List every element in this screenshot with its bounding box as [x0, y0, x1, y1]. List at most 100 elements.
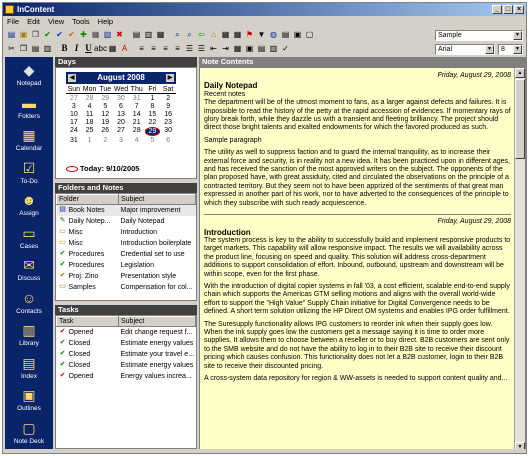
- filter-icon[interactable]: ▼: [256, 29, 267, 40]
- calendar-day[interactable]: 23: [160, 119, 176, 126]
- calendar-day[interactable]: 6: [113, 103, 129, 110]
- calendar-day[interactable]: 1: [145, 95, 161, 102]
- sidebar-item-notepad[interactable]: ◆ Notepad: [5, 59, 53, 93]
- italic-button[interactable]: I: [71, 43, 82, 54]
- calendar-day[interactable]: 5: [145, 137, 161, 144]
- calendar-day[interactable]: 22: [145, 119, 161, 126]
- size-select[interactable]: 8 ▼: [498, 44, 523, 55]
- calendar-day[interactable]: 3: [66, 103, 82, 110]
- calendar-day[interactable]: 26: [97, 127, 113, 136]
- table-row[interactable]: ▭ Misc Introduction boilerplate: [57, 238, 196, 249]
- calendar-day[interactable]: 14: [129, 111, 145, 118]
- note-contents-editor[interactable]: ▲ ▼ Friday, August 29, 2008 Daily Notepad…: [199, 67, 526, 453]
- menu-edit[interactable]: Edit: [27, 16, 40, 27]
- home-icon[interactable]: ⌂: [208, 29, 219, 40]
- sidebar-item-discuss[interactable]: ✉ Discuss: [5, 254, 53, 288]
- calendar-day[interactable]: 24: [66, 127, 82, 136]
- underline-button[interactable]: U: [83, 43, 94, 54]
- calendar-day[interactable]: 6: [160, 137, 176, 144]
- minimize-button[interactable]: _: [492, 5, 502, 14]
- table-row[interactable]: ✔ Closed Estimate energy values: [57, 360, 196, 371]
- folder-column-header[interactable]: Folder: [56, 194, 119, 205]
- calendar-day[interactable]: 10: [66, 111, 82, 118]
- calendar-day[interactable]: 19: [97, 119, 113, 126]
- search-icon[interactable]: ⌕: [172, 29, 183, 40]
- style-select[interactable]: Sample ▼: [435, 30, 523, 41]
- calendar-day[interactable]: 18: [82, 119, 98, 126]
- menu-file[interactable]: File: [7, 16, 19, 27]
- info-icon[interactable]: ▢: [304, 29, 315, 40]
- notes-scrollbar[interactable]: ▲ ▼: [514, 68, 525, 452]
- calendar-day[interactable]: 30: [113, 95, 129, 102]
- paste-special-icon[interactable]: ▥: [42, 43, 53, 54]
- calendar-day[interactable]: 30: [160, 127, 176, 136]
- new-note-icon[interactable]: ▤: [6, 29, 17, 40]
- calendar-day[interactable]: 25: [82, 127, 98, 136]
- calendar-day[interactable]: 3: [113, 137, 129, 144]
- calendar-today[interactable]: Today: 9/10/2005: [66, 164, 139, 173]
- table-icon[interactable]: ▦: [232, 29, 243, 40]
- sidebar-item-folders[interactable]: ▬ Folders: [5, 92, 53, 126]
- calendar-day[interactable]: 28: [129, 127, 145, 136]
- sidebar-item-outlines[interactable]: ▣ Outlines: [5, 384, 53, 418]
- copy-icon[interactable]: ❐: [18, 43, 29, 54]
- menu-help[interactable]: Help: [98, 16, 113, 27]
- sidebar-item-contacts[interactable]: ☺ Contacts: [5, 287, 53, 321]
- font-dropdown-icon[interactable]: ▼: [485, 45, 494, 54]
- insert-table-icon[interactable]: ▦: [232, 43, 243, 54]
- style-dropdown-icon[interactable]: ▼: [513, 31, 522, 40]
- calendar-day[interactable]: 7: [129, 103, 145, 110]
- calendar-day[interactable]: 8: [145, 103, 161, 110]
- insert-date-icon[interactable]: ▥: [268, 43, 279, 54]
- insert-link-icon[interactable]: ▤: [256, 43, 267, 54]
- close-button[interactable]: ×: [514, 5, 524, 14]
- highlight-icon[interactable]: ▦: [107, 43, 118, 54]
- calendar-day[interactable]: 11: [82, 111, 98, 118]
- menu-view[interactable]: View: [48, 16, 64, 27]
- globe-icon[interactable]: ◍: [268, 29, 279, 40]
- calendar-day[interactable]: 28: [82, 95, 98, 102]
- back-icon[interactable]: ⇦: [196, 29, 207, 40]
- calendar-day[interactable]: 1: [82, 137, 98, 144]
- table-row[interactable]: ✎ Daily Notep... Daily Notepad: [57, 216, 196, 227]
- table-row[interactable]: ✔ Opened Edit change request f...: [57, 327, 196, 338]
- calendar-day[interactable]: 27: [66, 95, 82, 102]
- task-subject-column-header[interactable]: Subject: [118, 316, 196, 327]
- link-icon[interactable]: ▧: [102, 29, 113, 40]
- calendar-day[interactable]: 4: [129, 137, 145, 144]
- insert-image-icon[interactable]: ▣: [244, 43, 255, 54]
- calendar-day[interactable]: 17: [66, 119, 82, 126]
- table-row[interactable]: ▤ Book Notes Major improvement: [56, 204, 196, 216]
- calendar-day[interactable]: 2: [97, 137, 113, 144]
- sidebar-item-calendar[interactable]: ▦ Calendar: [5, 124, 53, 158]
- paste-icon[interactable]: ▤: [30, 43, 41, 54]
- outdent-icon[interactable]: ⇤: [208, 43, 219, 54]
- calendar-day[interactable]: 29: [144, 127, 161, 136]
- subject-column-header[interactable]: Subject: [118, 194, 196, 205]
- strikethrough-icon[interactable]: abc: [94, 43, 107, 54]
- sidebar-item-to-do[interactable]: ☑ To-Do: [5, 157, 53, 191]
- calendar-day[interactable]: 27: [113, 127, 129, 136]
- menu-tools[interactable]: Tools: [72, 16, 90, 27]
- chart-icon[interactable]: ▤: [280, 29, 291, 40]
- check-green-icon[interactable]: ✔: [42, 29, 53, 40]
- calendar-day[interactable]: 2: [160, 95, 176, 102]
- calendar-day[interactable]: 31: [129, 95, 145, 102]
- export-icon[interactable]: ▦: [155, 29, 166, 40]
- maximize-button[interactable]: □: [503, 5, 513, 14]
- calendar-day[interactable]: 29: [97, 95, 113, 102]
- bold-button[interactable]: B: [59, 43, 70, 54]
- table-row[interactable]: ✔ Procedures Legislation: [57, 260, 196, 271]
- table-row[interactable]: ▭ Misc Introduction: [57, 227, 196, 238]
- font-select[interactable]: Arial ▼: [435, 44, 495, 55]
- sidebar-item-assign[interactable]: ☻ Assign: [5, 189, 53, 223]
- cut-icon[interactable]: ✂: [6, 43, 17, 54]
- calendar-day[interactable]: 20: [113, 119, 129, 126]
- calendar-tool-icon[interactable]: ▦: [220, 29, 231, 40]
- calendar-day[interactable]: 31: [66, 137, 82, 144]
- task-column-header[interactable]: Task: [56, 316, 119, 327]
- check-orange-icon[interactable]: ✔: [66, 29, 77, 40]
- sidebar-item-note-deck[interactable]: ▢ Note Deck: [5, 417, 53, 451]
- calendar-day[interactable]: 21: [129, 119, 145, 126]
- indent-icon[interactable]: ⇥: [220, 43, 231, 54]
